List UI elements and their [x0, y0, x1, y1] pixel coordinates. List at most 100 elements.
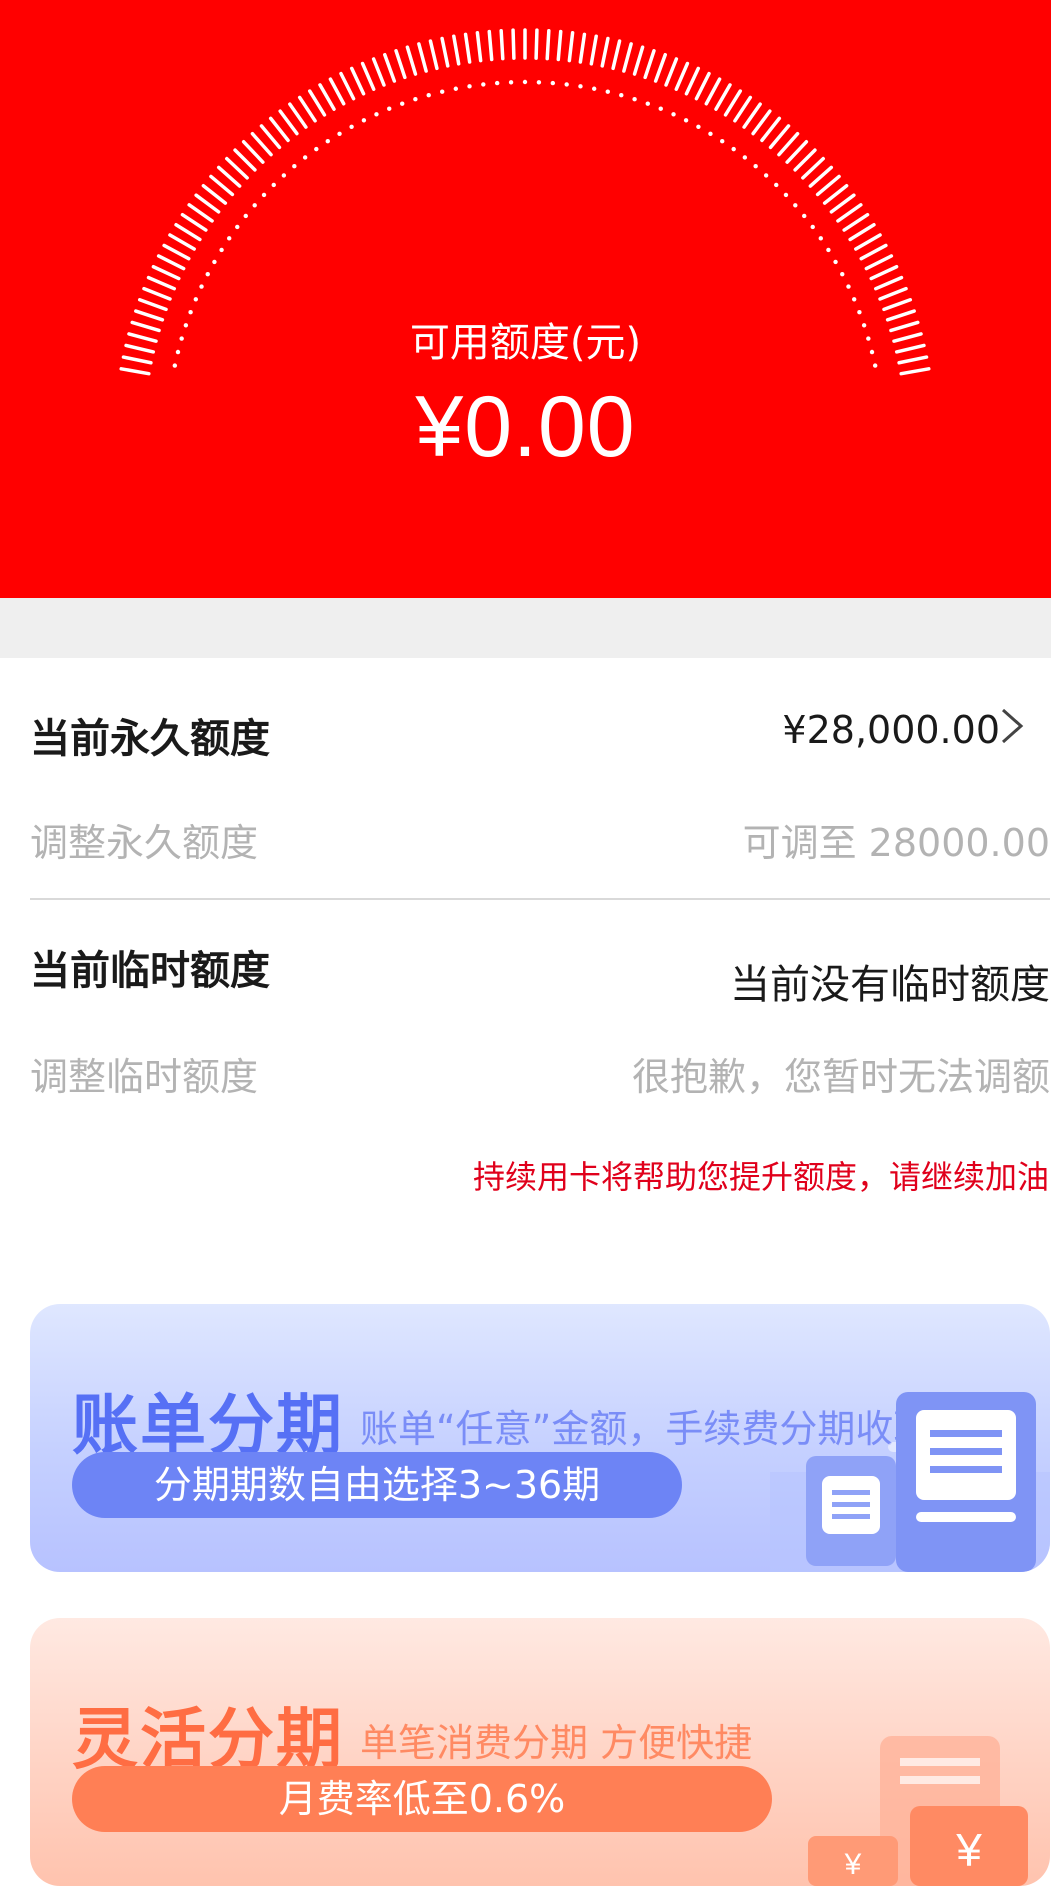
adjust-temporary-row: 调整临时额度 很抱歉，您暂时无法调额	[30, 1046, 1050, 1106]
gauge-tick	[664, 57, 679, 87]
gauge-tick	[328, 77, 346, 106]
gauge-dot	[802, 213, 807, 219]
gauge-dot	[400, 101, 405, 106]
gauge-tick	[822, 183, 849, 205]
gauge-tick	[371, 57, 386, 87]
gauge-tick	[137, 298, 168, 312]
divider	[30, 898, 1050, 900]
gauge-dot	[696, 124, 701, 129]
gauge-dot	[742, 155, 748, 160]
gauge-dot	[219, 247, 224, 253]
gauge-dot	[619, 92, 624, 98]
gauge-dot	[302, 155, 308, 160]
gauge-tick	[534, 28, 539, 60]
gauge-tick	[428, 39, 439, 71]
gauge-dot	[632, 96, 637, 102]
gauge-tick	[180, 212, 208, 232]
gauge-tick	[259, 124, 282, 150]
gauge-dot	[645, 101, 650, 106]
gauge-dot	[753, 164, 758, 169]
gauge-dot	[205, 271, 210, 277]
gauge-tick	[452, 34, 461, 66]
gauge-tick	[733, 95, 753, 123]
gauge-tick	[869, 264, 899, 281]
gauge-tick	[777, 131, 800, 157]
gauge-dot	[826, 247, 831, 253]
gauge-tick	[417, 42, 428, 73]
gauge-dot	[235, 224, 240, 230]
gauge-dot	[720, 139, 725, 144]
gauge-dot	[413, 96, 418, 102]
adjust-temporary-value: 很抱歉，您暂时无法调额	[631, 1055, 1050, 1099]
temporary-credit-row: 当前临时额度 当前没有临时额度	[30, 938, 1050, 1018]
gauge-tick	[899, 367, 931, 376]
gauge-dot	[349, 124, 354, 129]
gauge-tick	[405, 45, 418, 76]
gauge-tick	[297, 95, 317, 123]
permanent-credit-row[interactable]: 当前永久额度 ¥28,000.00	[30, 706, 1050, 766]
permanent-credit-title: 当前永久额度	[30, 716, 270, 762]
gauge-tick	[684, 66, 701, 96]
gauge-dot	[763, 173, 769, 178]
gauge-tick	[216, 165, 242, 188]
gauge-tick	[694, 71, 711, 101]
gauge-tick	[578, 32, 587, 64]
gauge-dot	[671, 112, 676, 117]
gauge-dot	[578, 84, 583, 89]
bill-installment-card[interactable]: 账单分期 账单“任意”金额，手续费分期收取 分期期数自由选择3~36期	[30, 1304, 1050, 1572]
gauge-tick	[882, 298, 913, 312]
gauge-tick	[383, 52, 397, 83]
gauge-dot	[193, 297, 199, 302]
gauge-tick	[151, 264, 181, 281]
gauge-dot	[731, 146, 736, 152]
gauge-tick	[318, 83, 336, 111]
gauge-dot	[314, 146, 319, 152]
document-icon	[770, 1392, 1050, 1572]
gauge-tick	[567, 31, 575, 63]
svg-text:¥: ¥	[844, 1848, 862, 1881]
gauge-tick	[463, 32, 472, 64]
gauge-dial	[119, 28, 931, 376]
flexible-installment-card[interactable]: 灵活分期 单笔消费分期 方便快捷 月费率低至0.6% ¥ ¥	[30, 1618, 1050, 1886]
permanent-credit-value: ¥28,000.00	[782, 708, 1000, 752]
gauge-dot	[481, 82, 486, 87]
gauge-tick	[168, 233, 196, 251]
chevron-right-icon[interactable]	[997, 706, 1029, 746]
gauge-dot	[337, 131, 342, 136]
gauge-tick	[874, 275, 904, 291]
gauge-dot	[783, 192, 789, 198]
gauge-tick	[360, 61, 376, 91]
gauge-tick	[475, 31, 483, 63]
gauge-tick	[142, 286, 172, 301]
gauge-tick	[146, 275, 176, 291]
gauge-tick	[848, 223, 876, 242]
gauge-tick	[760, 116, 782, 143]
gauge-tick	[174, 223, 202, 242]
gauge-dot	[243, 213, 248, 219]
gauge-dot	[227, 236, 232, 241]
gauge-dot	[325, 139, 330, 144]
gauge-dot	[387, 106, 392, 111]
gauge-dot	[683, 118, 689, 123]
gauge-dot	[467, 84, 472, 89]
gauge-dot	[374, 112, 379, 117]
gauge-tick	[611, 39, 622, 71]
gauge-dot	[440, 89, 445, 94]
gauge-tick	[201, 183, 228, 205]
gauge-dot	[818, 236, 823, 241]
bill-installment-badge: 分期期数自由选择3~36期	[72, 1452, 682, 1518]
gauge-tick	[394, 49, 407, 80]
temporary-credit-value: 当前没有临时额度	[730, 962, 1050, 1008]
available-credit-label: 可用额度(元)	[409, 320, 642, 366]
gauge-tick	[815, 174, 841, 197]
adjust-temporary-label: 调整临时额度	[30, 1055, 259, 1099]
gauge-dot	[252, 203, 257, 208]
adjust-permanent-label: 调整永久额度	[30, 821, 259, 865]
gauge-dot	[550, 80, 556, 86]
gauge-tick	[556, 29, 563, 62]
gauge-tick	[194, 193, 221, 214]
gauge-dot	[212, 259, 217, 265]
gauge-dot	[708, 131, 713, 136]
section-separator	[0, 598, 1051, 658]
gauge-tick	[487, 29, 494, 62]
